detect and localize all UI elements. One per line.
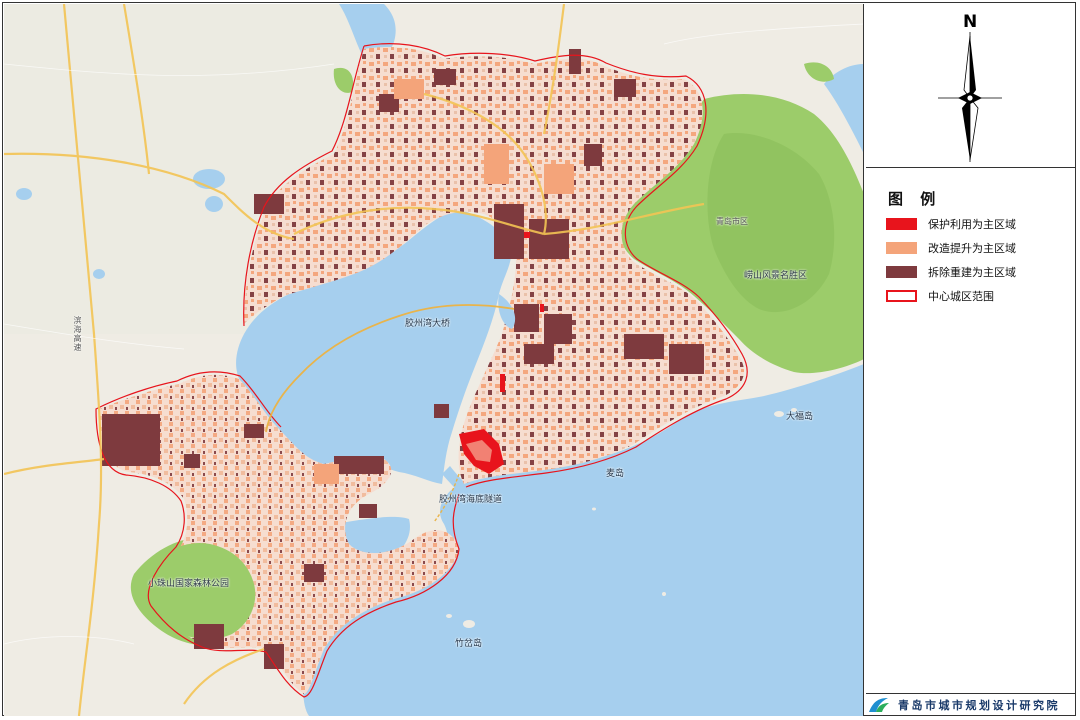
- dafudao-island: [774, 411, 784, 417]
- legend-swatch-upgrade: [886, 242, 917, 254]
- label-jiaozhou-bay-tunnel: 胶州湾海底隧道: [439, 495, 503, 505]
- legend-swatch-redevelopment: [886, 266, 917, 278]
- legend-title: 图 例: [888, 190, 942, 208]
- label-jiaozhou-bay-bridge: 胶州湾大桥: [405, 319, 451, 329]
- legend-item-upgrade: 改造提升为主区域: [886, 240, 1016, 256]
- legend-item-boundary: 中心城区范围: [886, 288, 994, 304]
- label-maidao: 麦岛: [606, 469, 625, 479]
- label-dafudao: 大福岛: [786, 412, 814, 422]
- legend-swatch-protection: [886, 218, 917, 230]
- planning-institute-logo-icon: [869, 698, 889, 712]
- legend-label: 改造提升为主区域: [928, 242, 1016, 255]
- zhuchadao-island: [463, 620, 475, 628]
- label-xiaozhushan: 小珠山国家森林公园: [148, 579, 230, 589]
- side-panel: N 图 例 保护利用为主区域 改造提升为主区域 拆除重建为主区域 中心城区范围 …: [866, 4, 1076, 716]
- north-label: N: [963, 12, 978, 32]
- org-name: 青岛市城市规划设计研究院: [898, 699, 1060, 712]
- legend-item-protection: 保护利用为主区域: [886, 216, 1016, 232]
- label-laoshan: 崂山风景名胜区: [744, 271, 808, 281]
- legend-label: 中心城区范围: [928, 290, 994, 303]
- label-north-area: 青岛市区: [716, 217, 748, 226]
- footer: 青岛市城市规划设计研究院: [866, 694, 1076, 716]
- label-zhuchadao: 竹岔岛: [455, 639, 483, 649]
- north-arrow-icon: [938, 32, 1002, 162]
- label-binhai-expressway: 滨海高速: [73, 316, 82, 352]
- legend-item-redevelopment: 拆除重建为主区域: [886, 264, 1016, 280]
- legend-label: 拆除重建为主区域: [928, 266, 1016, 279]
- map-panel[interactable]: 胶州湾大桥 胶州湾海底隧道 麦岛 大福岛 竹岔岛 崂山风景名胜区 小珠山国家森林…: [4, 4, 864, 716]
- legend-panel: 图 例 保护利用为主区域 改造提升为主区域 拆除重建为主区域 中心城区范围: [866, 168, 1076, 694]
- legend-label: 保护利用为主区域: [928, 218, 1016, 231]
- north-arrow-panel: N: [866, 4, 1076, 168]
- legend-swatch-boundary: [886, 290, 917, 302]
- map-canvas: [4, 4, 863, 716]
